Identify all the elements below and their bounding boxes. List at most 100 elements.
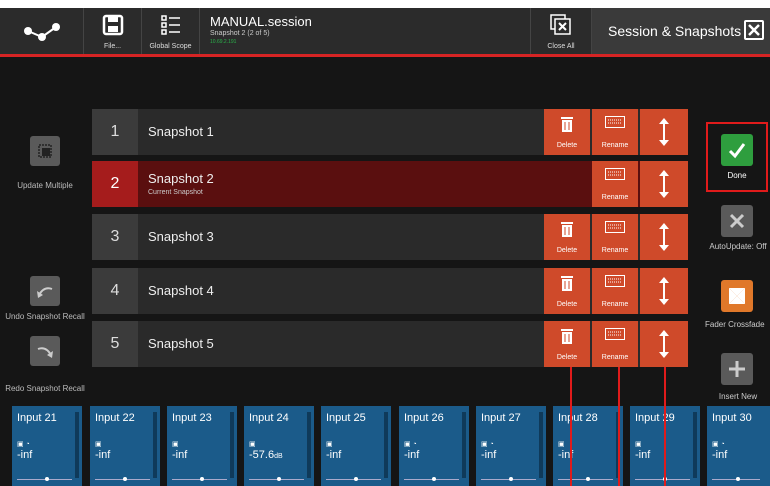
rename-label: Rename [601, 194, 629, 201]
fader-knob[interactable] [353, 477, 358, 481]
fader-slider[interactable] [95, 477, 150, 481]
channel-strip[interactable]: Input 22 ▣ -inf [90, 406, 160, 486]
close-all-label: Close All [547, 43, 575, 50]
fader-slider[interactable] [558, 477, 613, 481]
save-icon [102, 14, 123, 36]
move-handle[interactable] [640, 268, 688, 314]
move-handle[interactable] [640, 214, 688, 260]
crossfade-icon [729, 288, 745, 304]
snapshot-row[interactable]: 1 Snapshot 1 Delete Rename [92, 109, 688, 155]
fader-knob[interactable] [44, 477, 49, 481]
level-meter [153, 412, 157, 478]
keyboard-icon [605, 275, 625, 287]
channel-icons: ▣ [249, 441, 256, 448]
autoupdate-label: AutoUpdate: Off [709, 242, 767, 251]
channel-strip[interactable]: Input 21 ▣ ◔ -inf [12, 406, 82, 486]
close-panel-button[interactable] [744, 20, 764, 40]
file-button[interactable]: File... [84, 8, 142, 54]
keyboard-icon [605, 168, 625, 180]
channel-level: -inf [635, 449, 651, 461]
snapshot-row-current[interactable]: 2 Snapshot 2 Current Snapshot Rename [92, 161, 688, 207]
undo-recall-button[interactable] [30, 276, 60, 306]
channel-strip[interactable]: Input 24 ▣ -57.6dB [244, 406, 314, 486]
fader-slider[interactable] [404, 477, 459, 481]
rename-button[interactable]: Rename [592, 161, 638, 207]
snapshot-number: 1 [92, 109, 138, 155]
channel-icons: ▣ [635, 441, 642, 448]
channel-level: -inf [95, 449, 111, 461]
channel-strip[interactable]: Input 25 ▣ -inf [321, 406, 391, 486]
channel-name: Input 21 [17, 412, 57, 424]
level-meter [462, 412, 466, 478]
channel-strip[interactable]: Input 30 ▣ ◔ -inf [707, 406, 770, 486]
top-bar: File... Global Scope MANUAL.session Snap… [0, 8, 770, 57]
fader-knob[interactable] [736, 477, 740, 481]
level-meter [230, 412, 234, 478]
snapshot-name: Snapshot 4 [148, 283, 214, 298]
close-all-button[interactable]: Close All [530, 8, 592, 54]
channel-strip[interactable]: Input 26 ▣ ◔ -inf [399, 406, 469, 486]
updown-arrow-icon [659, 170, 669, 198]
snapshot-row[interactable]: 4 Snapshot 4 Delete Rename [92, 268, 688, 314]
close-icon [748, 24, 760, 36]
rename-button[interactable]: Rename [592, 321, 638, 367]
keyboard-icon [605, 328, 625, 340]
fader-slider[interactable] [17, 477, 72, 481]
annotation-line [618, 367, 620, 486]
level-meter [307, 412, 311, 478]
fader-knob[interactable] [431, 477, 436, 481]
fader-crossfade-button[interactable] [721, 280, 753, 312]
fader-knob[interactable] [199, 477, 204, 481]
fader-knob[interactable] [508, 477, 513, 481]
panel-header: Session & Snapshots [592, 8, 770, 54]
channel-level: -inf [712, 449, 728, 461]
channel-strip[interactable]: Input 28 ▣ -inf [553, 406, 623, 486]
fader-slider[interactable] [172, 477, 227, 481]
fader-slider[interactable] [249, 477, 304, 481]
channel-name: Input 22 [95, 412, 135, 424]
fader-slider[interactable] [481, 477, 536, 481]
delete-button[interactable]: Delete [544, 321, 590, 367]
fader-knob[interactable] [585, 477, 590, 481]
channel-level: -inf [17, 449, 33, 461]
fader-knob[interactable] [122, 477, 127, 481]
session-name: MANUAL.session [210, 14, 312, 29]
channel-strip[interactable]: Input 23 ▣ -inf [167, 406, 237, 486]
delete-button[interactable]: Delete [544, 109, 590, 155]
logo-button[interactable] [0, 8, 84, 54]
snapshot-row[interactable]: 5 Snapshot 5 Delete Rename [92, 321, 688, 367]
delete-button[interactable]: Delete [544, 268, 590, 314]
move-handle[interactable] [640, 321, 688, 367]
move-handle[interactable] [640, 109, 688, 155]
rename-button[interactable]: Rename [592, 109, 638, 155]
fader-slider[interactable] [635, 477, 690, 481]
channel-strip[interactable]: Input 27 ▣ ◔ -inf [476, 406, 546, 486]
fader-slider[interactable] [712, 477, 760, 481]
done-button[interactable] [721, 134, 753, 166]
insert-new-button[interactable] [721, 353, 753, 385]
update-multiple-button[interactable] [30, 136, 60, 166]
delete-button[interactable]: Delete [544, 214, 590, 260]
channel-level: -inf [404, 449, 420, 461]
snapshot-number: 5 [92, 321, 138, 367]
level-meter [384, 412, 388, 478]
fader-knob[interactable] [276, 477, 281, 481]
snapshot-name: Snapshot 3 [148, 229, 214, 244]
file-label: File... [103, 43, 122, 50]
keyboard-icon [605, 221, 625, 233]
done-label: Done [727, 171, 747, 180]
redo-recall-button[interactable] [30, 336, 60, 366]
global-scope-button[interactable]: Global Scope [142, 8, 200, 54]
rename-button[interactable]: Rename [592, 214, 638, 260]
autoupdate-button[interactable] [721, 205, 753, 237]
channel-name: Input 28 [558, 412, 598, 424]
check-icon [728, 143, 746, 159]
move-handle[interactable] [640, 161, 688, 207]
channel-level: -inf [326, 449, 342, 461]
snapshot-row[interactable]: 3 Snapshot 3 Delete Rename [92, 214, 688, 260]
global-scope-label: Global Scope [149, 43, 192, 50]
fader-slider[interactable] [326, 477, 381, 481]
rename-button[interactable]: Rename [592, 268, 638, 314]
undo-arrow-icon [37, 287, 53, 298]
snapshot-subtitle: Snapshot 2 (2 of 5) [210, 30, 270, 37]
